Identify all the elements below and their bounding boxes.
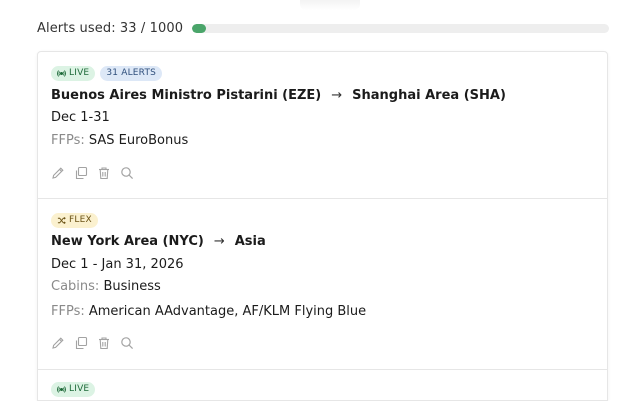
alert-cabins: Cabins: Business: [51, 279, 161, 294]
route-destination: Asia: [234, 234, 266, 249]
flex-badge-label: FLEX: [69, 215, 92, 225]
alerts-usage-label: Alerts used: 33 / 1000: [37, 20, 184, 36]
alert-card[interactable]: LIVE 31 ALERTS Buenos Aires Ministro Pis…: [38, 52, 607, 199]
alert-dates: Dec 1-31: [51, 110, 110, 125]
live-badge-label: LIVE: [69, 68, 90, 78]
duplicate-icon[interactable]: [74, 336, 88, 350]
arrow-right-icon: →: [331, 88, 343, 103]
alerts-usage-fill: [192, 23, 207, 33]
alert-ffps: FFPs: SAS EuroBonus: [51, 133, 188, 148]
alert-actions: [51, 336, 134, 350]
route-origin: Buenos Aires Ministro Pistarini (EZE): [51, 88, 322, 103]
alert-card[interactable]: LIVE: [38, 370, 607, 400]
alerts-usage-bar: [192, 23, 609, 33]
ffps-value: American AAdvantage, AF/KLM Flying Blue: [88, 304, 367, 319]
alert-list: LIVE 31 ALERTS Buenos Aires Ministro Pis…: [37, 51, 608, 401]
alert-actions: [51, 166, 134, 180]
alert-ffps: FFPs: American AAdvantage, AF/KLM Flying…: [51, 304, 366, 319]
arrow-right-icon: →: [213, 234, 225, 249]
alert-count-badge: 31 ALERTS: [100, 66, 163, 81]
duplicate-icon[interactable]: [74, 166, 88, 180]
delete-icon[interactable]: [97, 166, 111, 180]
alert-badges: LIVE: [51, 382, 96, 397]
route-destination: Shanghai Area (SHA): [352, 88, 506, 103]
alerts-usage: Alerts used: 33 / 1000: [37, 18, 609, 38]
ffps-value: SAS EuroBonus: [88, 133, 189, 148]
live-broadcast-icon: [57, 70, 66, 77]
alert-card[interactable]: FLEX New York Area (NYC) → Asia Dec 1 - …: [38, 199, 607, 370]
cabins-label: Cabins:: [51, 279, 100, 294]
delete-icon[interactable]: [97, 336, 111, 350]
flex-badge: FLEX: [51, 213, 98, 228]
live-badge: LIVE: [51, 382, 96, 397]
ffps-label: FFPs:: [51, 304, 85, 319]
alert-badges: LIVE 31 ALERTS: [51, 66, 163, 81]
live-badge: LIVE: [51, 66, 96, 81]
alert-route: Buenos Aires Ministro Pistarini (EZE) → …: [51, 88, 506, 103]
edit-icon[interactable]: [51, 336, 65, 350]
cabins-value: Business: [103, 279, 161, 294]
shuffle-icon: [57, 217, 66, 224]
ffps-label: FFPs:: [51, 133, 85, 148]
edit-icon[interactable]: [51, 166, 65, 180]
live-broadcast-icon: [57, 386, 66, 393]
live-badge-label: LIVE: [69, 384, 90, 394]
alert-route: New York Area (NYC) → Asia: [51, 234, 266, 249]
search-icon[interactable]: [120, 336, 134, 350]
search-icon[interactable]: [120, 166, 134, 180]
alert-badges: FLEX: [51, 213, 98, 228]
alert-dates: Dec 1 - Jan 31, 2026: [51, 257, 184, 272]
route-origin: New York Area (NYC): [51, 234, 204, 249]
top-scroll-fade: [300, 0, 360, 10]
